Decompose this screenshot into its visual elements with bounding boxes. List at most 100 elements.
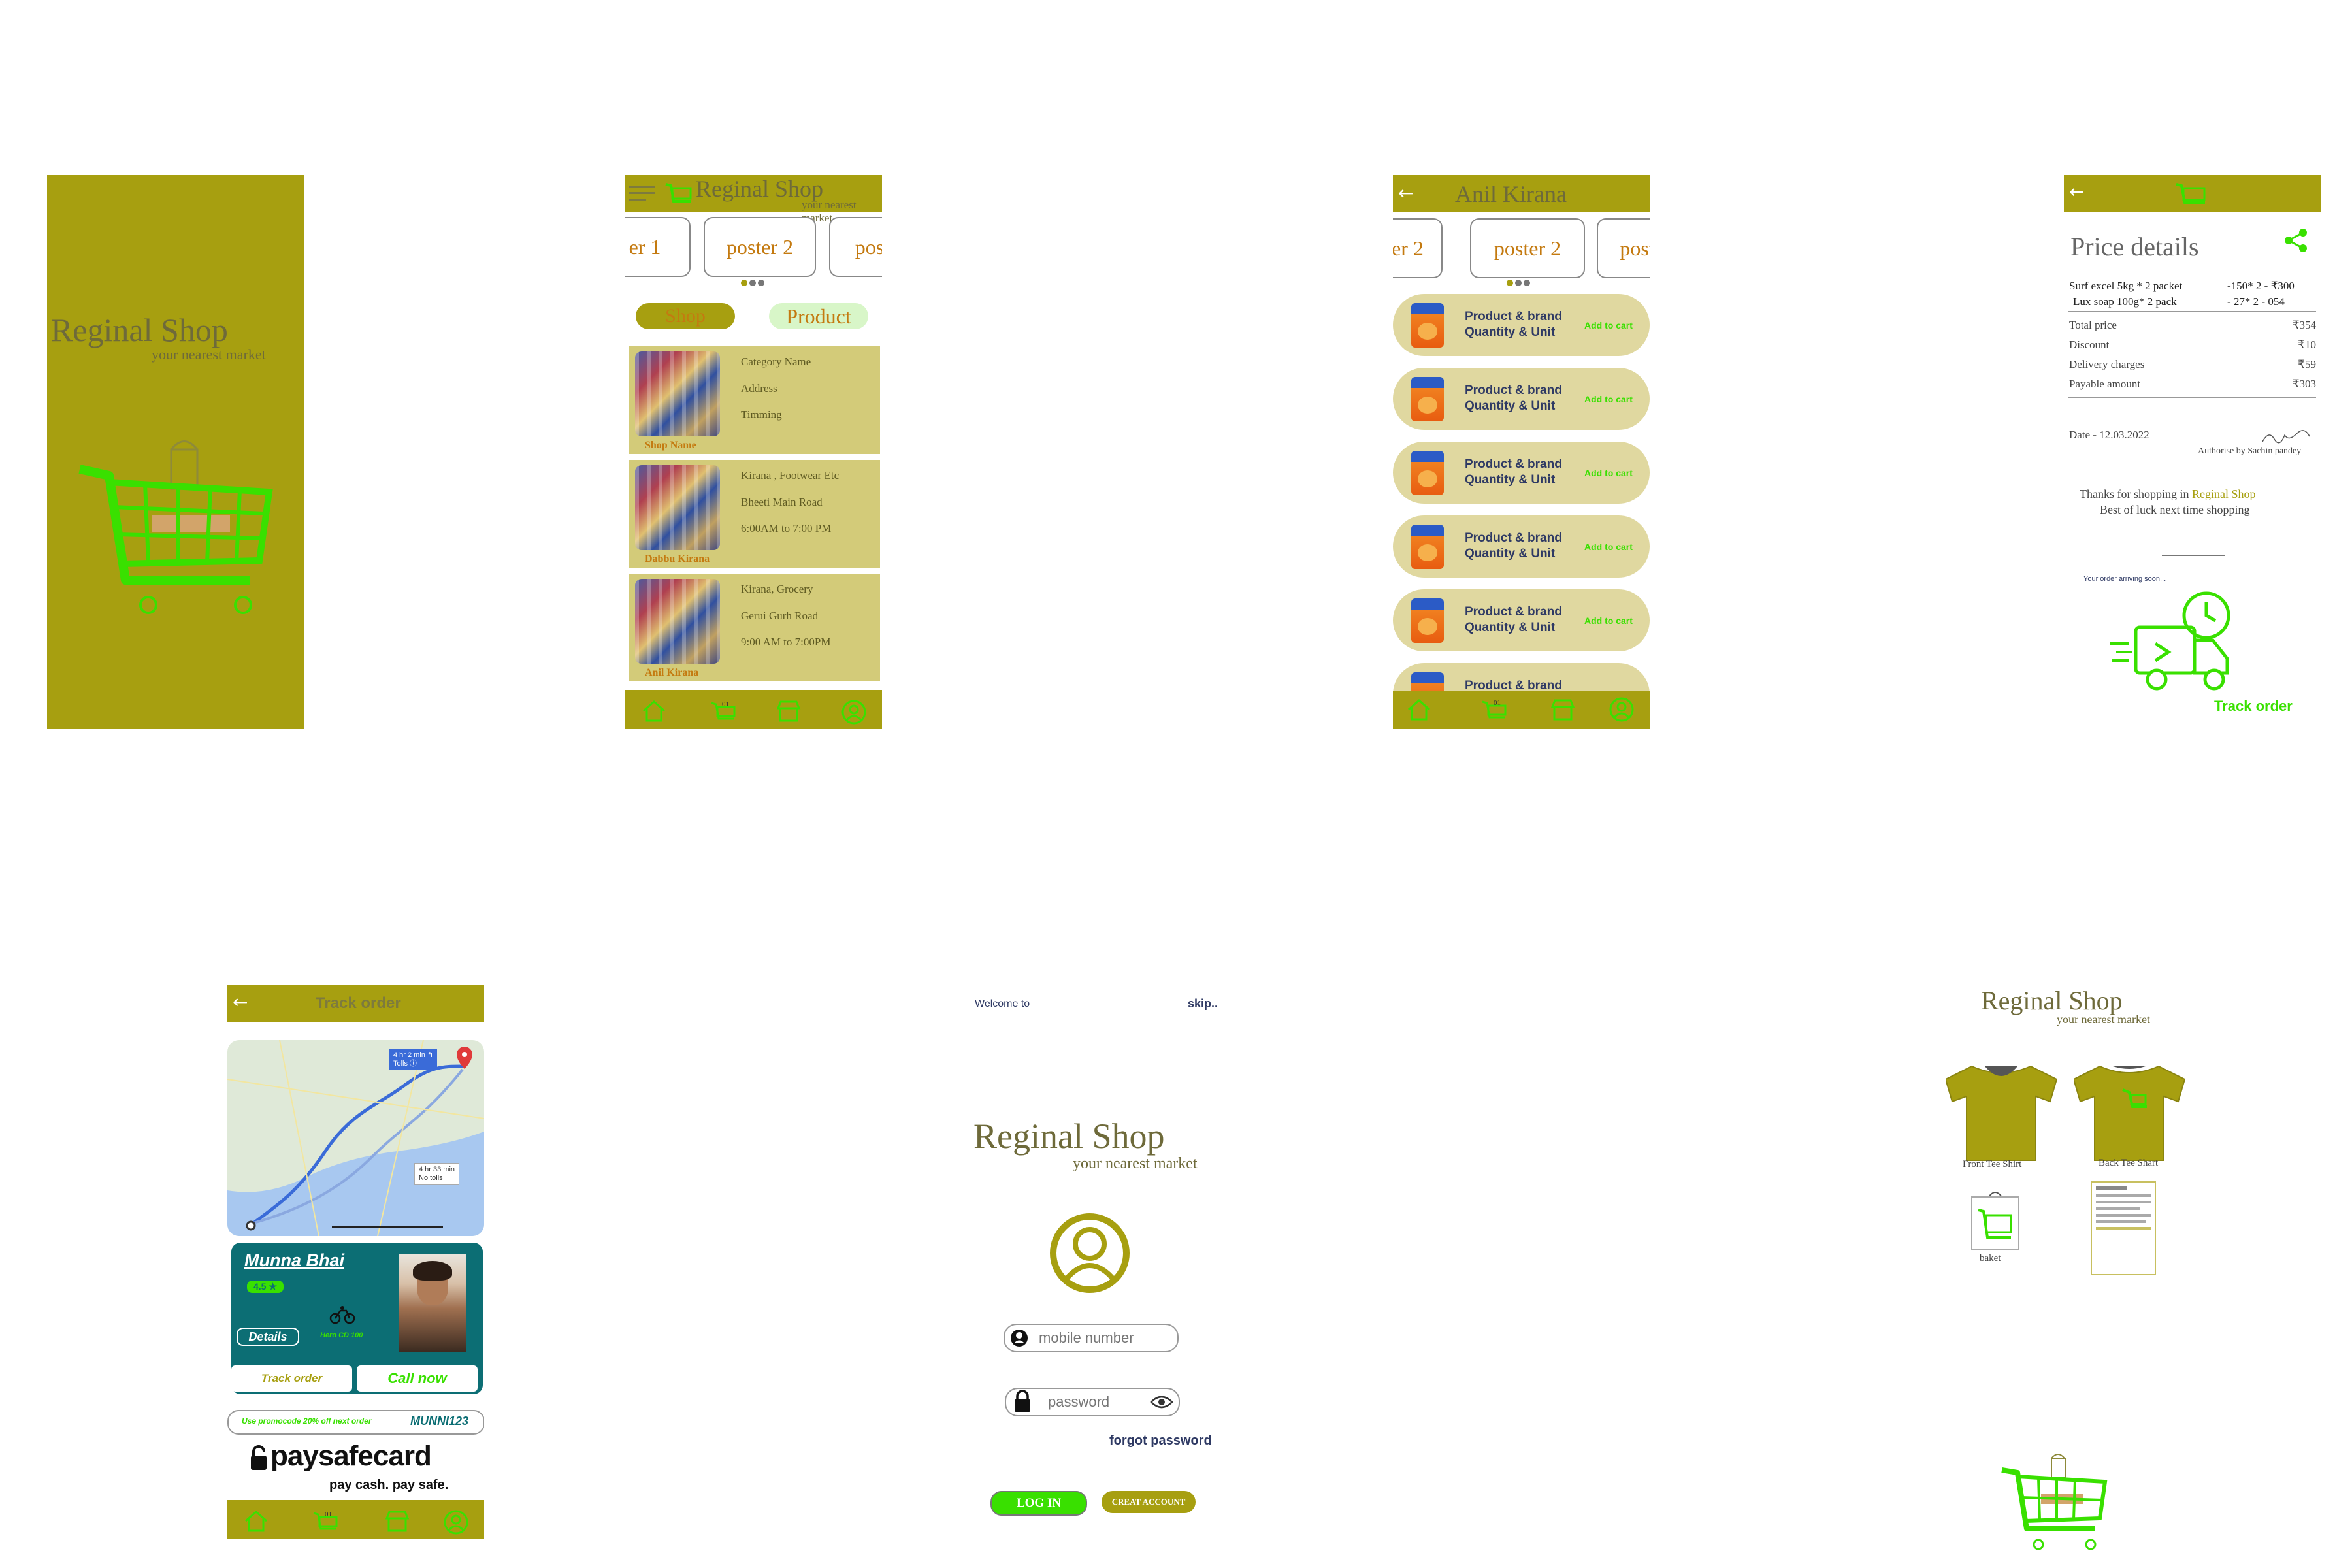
- home-icon[interactable]: [641, 699, 667, 723]
- mobile-number-field[interactable]: [1004, 1324, 1179, 1352]
- promo-code: MUNNI123: [410, 1414, 469, 1428]
- back-tee-icon: [2074, 1064, 2185, 1162]
- poster-2[interactable]: poster 2: [1470, 218, 1585, 278]
- authorised-by: Authorise by Sachin pandey: [2198, 446, 2302, 456]
- driver-name: Munna Bhai: [244, 1250, 344, 1270]
- signature-icon: [2260, 427, 2312, 447]
- shop-name: Anil Kirana: [645, 667, 699, 678]
- tab-product[interactable]: Product: [769, 303, 868, 329]
- password-input[interactable]: [1047, 1393, 1141, 1411]
- login-button[interactable]: LOG IN: [990, 1491, 1087, 1516]
- poster-3[interactable]: post: [1597, 218, 1650, 278]
- item-name: Surf excel 5kg * 2 packet: [2069, 280, 2183, 292]
- cart-logo-icon: [73, 430, 282, 632]
- poster-carousel[interactable]: er 1 poster 2 pos: [625, 217, 882, 277]
- home-screen: Reginal Shop your nearest market er 1 po…: [625, 175, 882, 729]
- price-row-label: Delivery charges: [2069, 358, 2145, 370]
- price-row-value: ₹354: [2292, 319, 2316, 331]
- back-arrow-icon[interactable]: ←: [2069, 183, 2084, 201]
- header-cart-icon: [664, 180, 693, 206]
- price-row-label: Discount: [2069, 338, 2110, 351]
- shop-category: Kirana, Grocery: [741, 583, 813, 595]
- vehicle-name: Hero CD 100: [320, 1331, 363, 1339]
- details-button[interactable]: Details: [237, 1328, 299, 1346]
- price-row-value: ₹303: [2292, 378, 2316, 390]
- shop-image: [635, 579, 720, 664]
- poster-carousel[interactable]: ter 2 poster 2 post: [1393, 218, 1650, 278]
- product-quantity: Quantity & Unit: [1465, 325, 1556, 339]
- share-icon[interactable]: [2283, 227, 2310, 253]
- shop-card[interactable]: Kirana , Footwear Etc Bheeti Main Road 6…: [629, 460, 880, 568]
- item-name: Lux soap 100g* 2 pack: [2073, 295, 2177, 308]
- product-row[interactable]: Product & brand Quantity & Unit Add to car…: [1393, 294, 1650, 356]
- basket-bag-icon: [1969, 1188, 2021, 1253]
- front-tee-icon: [1946, 1064, 2057, 1162]
- product-row[interactable]: Product & brand Quantity & Unit Add to car…: [1393, 515, 1650, 578]
- eye-icon[interactable]: [1150, 1396, 1173, 1409]
- mobile-number-input[interactable]: [1037, 1329, 1171, 1347]
- login-screen: Welcome to skip.. Reginal Shop your near…: [967, 985, 1241, 1539]
- promo-banner[interactable]: Use promocode 20% off next order MUNNI12…: [227, 1410, 484, 1435]
- home-icon[interactable]: [243, 1509, 269, 1533]
- shop-address: Address: [741, 382, 777, 395]
- add-to-cart-button[interactable]: Add to cart: [1584, 394, 1633, 404]
- poster-1[interactable]: er 1: [625, 217, 691, 277]
- add-to-cart-button[interactable]: Add to cart: [1584, 615, 1633, 626]
- add-to-cart-button[interactable]: Add to cart: [1584, 468, 1633, 478]
- splash-screen: Reginal Shop your nearest market: [47, 175, 304, 729]
- shop-address: Bheeti Main Road: [741, 496, 823, 508]
- shop-name: Dabbu Kirana: [645, 553, 710, 564]
- create-account-button[interactable]: CREAT ACCOUNT: [1102, 1491, 1196, 1513]
- merch-tagline: your nearest market: [2057, 1013, 2150, 1026]
- back-arrow-icon[interactable]: ←: [233, 993, 248, 1011]
- profile-icon[interactable]: [841, 699, 867, 725]
- call-now-button[interactable]: Call now: [357, 1365, 478, 1392]
- forgot-password-link[interactable]: forgot password: [1109, 1433, 1212, 1448]
- track-order-link[interactable]: Track order: [2214, 698, 2293, 715]
- skip-link[interactable]: skip..: [1188, 997, 1218, 1011]
- profile-icon[interactable]: [1609, 696, 1635, 723]
- profile-icon[interactable]: [443, 1509, 469, 1535]
- back-arrow-icon[interactable]: ←: [1398, 184, 1413, 203]
- menu-icon[interactable]: [629, 186, 655, 201]
- product-row[interactable]: Product & brand Quantity & Unit Add to car…: [1393, 368, 1650, 430]
- poster-3[interactable]: pos: [829, 217, 882, 277]
- add-to-cart-button[interactable]: Add to cart: [1584, 542, 1633, 552]
- product-quantity: Quantity & Unit: [1465, 621, 1556, 634]
- route-map[interactable]: 4 hr 2 min ↰ Tolls ⓘ 4 hr 33 min No toll…: [227, 1040, 484, 1236]
- carousel-dots: [1507, 280, 1530, 286]
- shop-image: [635, 351, 720, 436]
- paysafecard-tagline: pay cash. pay safe.: [329, 1478, 449, 1492]
- store-header: ← Anil Kirana: [1393, 175, 1650, 212]
- tab-shop[interactable]: Shop: [636, 303, 735, 329]
- thanks-prefix: Thanks for shopping in: [2080, 487, 2192, 500]
- product-row[interactable]: Product & brand Quantity & Unit Add to car…: [1393, 442, 1650, 504]
- shop-timing: Timming: [741, 408, 782, 421]
- poster-1[interactable]: ter 2: [1393, 218, 1443, 278]
- route-badge-alt: 4 hr 33 min No tolls: [414, 1163, 460, 1185]
- invoice-date: Date - 12.03.2022: [2069, 429, 2149, 441]
- price-row: Delivery charges ₹59: [2069, 358, 2316, 371]
- product-quantity: Quantity & Unit: [1465, 547, 1556, 561]
- store-icon[interactable]: [1550, 698, 1576, 721]
- product-quantity: Quantity & Unit: [1465, 473, 1556, 487]
- password-field[interactable]: [1005, 1388, 1180, 1416]
- product-row[interactable]: Product & brand Quantity & Unit Add to car…: [1393, 589, 1650, 651]
- cart-count: 01: [722, 700, 729, 708]
- store-icon[interactable]: [776, 699, 802, 723]
- divider: [2068, 311, 2316, 312]
- home-icon[interactable]: [1406, 698, 1432, 721]
- add-to-cart-button[interactable]: Add to cart: [1584, 320, 1633, 331]
- shop-card[interactable]: Category Name Address Timming Shop Name: [629, 346, 880, 454]
- product-brand: Product & brand: [1465, 384, 1562, 397]
- promo-text: Use promocode 20% off next order: [242, 1416, 372, 1426]
- track-order-button[interactable]: Track order: [231, 1365, 352, 1392]
- bottom-nav: 01: [625, 690, 882, 729]
- lock-icon: [1013, 1390, 1032, 1413]
- driver-card: Munna Bhai 4.5 ★ Details Hero CD 100 Tra…: [231, 1243, 483, 1394]
- store-icon[interactable]: [384, 1509, 410, 1533]
- poster-2[interactable]: poster 2: [704, 217, 816, 277]
- shop-card[interactable]: Kirana, Grocery Gerui Gurh Road 9:00 AM …: [629, 574, 880, 681]
- product-brand: Product & brand: [1465, 531, 1562, 545]
- thanks-text: Thanks for shopping in Reginal Shop: [2080, 487, 2255, 501]
